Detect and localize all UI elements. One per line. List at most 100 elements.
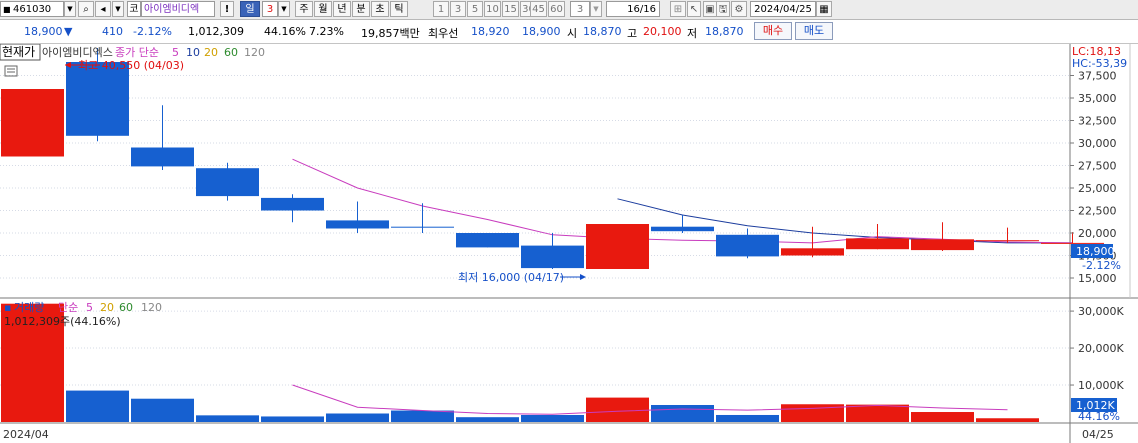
gear-icon[interactable]: ⚙ [731,1,747,17]
minute-60[interactable]: 60 [548,1,565,17]
market-prefix: 코 [127,1,141,17]
candle-body [326,220,389,229]
search-icon[interactable]: ⌕ [78,1,94,17]
volume-legend-name: 거래량 [14,301,44,314]
volume-pct-tag: 44.16% [1078,410,1120,423]
legend-ma-label: 종가 단순 [115,46,159,59]
high-marker-label: 최고 40,550 (04/03) [78,59,184,72]
code-icon: ■ [3,5,11,14]
candle-body [586,224,649,269]
high-price: 20,100 [643,25,682,38]
price-tick-label: 25,000 [1078,182,1117,195]
volume-bar [131,398,194,422]
minute-45b[interactable]: 45 [530,1,547,17]
legend-stock-name: 아이엠비디엑스 [42,46,113,59]
sound-icon[interactable]: ◂ [95,1,111,17]
minute-5[interactable]: 5 [467,1,483,17]
volume-value: 1,012,309 [188,25,244,38]
tab-second[interactable]: 초 [371,1,389,17]
price-tick-label: 22,500 [1078,205,1117,218]
grid-tool-icon[interactable]: ⊞ [670,1,686,17]
price-tick-label: 37,500 [1078,70,1117,83]
tab-week[interactable]: 주 [295,1,313,17]
period-count-input[interactable]: 3 [262,1,278,17]
x-axis-start: 2024/04 [3,428,49,441]
volume-legend-ma: 단순 [58,301,78,314]
open-label: 시 [567,27,578,40]
info-button[interactable]: ! [220,1,234,17]
high-label: 고 [627,27,638,40]
buy-button[interactable]: 매수 [754,22,792,40]
volume-last-label: 1,012,309주(44.16%) [4,315,121,328]
best-quote-label: 최우선 [428,27,459,40]
page-counter: 16/16 [606,1,660,17]
low-price: 18,870 [705,25,744,38]
legend-ma120: 120 [244,46,265,59]
minute-10[interactable]: 10 [484,1,501,17]
ask-price: 18,920 [471,25,510,38]
date-field[interactable]: 2024/04/25 [750,1,816,17]
volume-bar [976,418,1039,422]
candle-body [131,147,194,167]
sell-button[interactable]: 매도 [795,22,833,40]
price-change: 410 [102,25,123,38]
minute-3[interactable]: 3 [450,1,466,17]
cursor-tool-icon[interactable]: ↖ [687,1,701,17]
tab-day[interactable]: 일 [240,1,260,17]
volume-bar [261,416,324,422]
legend-ma5: 5 [172,46,179,59]
volume-pct: 44.16% [264,25,306,38]
price-tick-label: 15,000 [1078,272,1117,285]
candle-body [911,239,974,251]
period-count-dropdown[interactable]: ▼ [278,1,290,17]
stock-chart[interactable]: 15,00017,50020,00022,50025,00027,50030,0… [0,44,1138,443]
legend-ma20: 20 [204,46,218,59]
volume-legend-icon: ▪ [4,301,11,314]
price-tick-label: 32,500 [1078,115,1117,128]
candle-body [781,248,844,256]
candle-body [1,89,64,157]
volume-bar [846,404,909,422]
save-icon-2[interactable]: 🖫 [716,1,730,17]
minute-input[interactable]: 3 [570,1,590,17]
volume-tick-label: 20,000K [1078,342,1124,355]
turnover-rate: 7.23% [309,25,344,38]
code-dropdown-button[interactable]: ▼ [64,1,76,17]
candle-body [976,240,1039,242]
tab-year[interactable]: 년 [333,1,351,17]
save-icon[interactable]: ▣ [703,1,717,17]
volume-tick-label: 30,000K [1078,305,1124,318]
bid-price: 18,900 [522,25,561,38]
tab-tick[interactable]: 틱 [390,1,408,17]
tab-month[interactable]: 월 [314,1,332,17]
candle-body [66,62,129,136]
x-axis-end: 04/25 [1082,428,1114,441]
volume-bar [196,415,259,422]
volume-bar [456,417,519,422]
stock-code-input[interactable]: ■ 461030 [0,1,64,17]
volume-bar [586,397,649,422]
tab-minute[interactable]: 분 [352,1,370,17]
sound-dropdown-button[interactable]: ▼ [112,1,124,17]
minute-1[interactable]: 1 [433,1,449,17]
minute-15[interactable]: 15 [502,1,519,17]
price-tick-label: 27,500 [1078,160,1117,173]
low-label: 저 [687,27,698,40]
candle-body [456,233,519,248]
price-change-pct: -2.12% [133,25,172,38]
hc-label: HC:-53,39 [1072,57,1127,70]
minute-dropdown[interactable]: ▼ [590,1,602,17]
legend-ma10: 10 [186,46,200,59]
volume-legend-ma5: 5 [86,301,93,314]
price-tick-label: 20,000 [1078,227,1117,240]
stock-name-field[interactable]: 아이엠비디엑 [141,1,215,17]
volume-bar [651,404,714,422]
trade-amount: 19,857백만 [361,27,420,40]
low-marker-label: 최저 16,000 (04/17) [458,271,564,284]
volume-bar [521,414,584,422]
volume-legend-ma120: 120 [141,301,162,314]
calendar-icon[interactable]: ▦ [816,1,832,17]
price-tick-label: 30,000 [1078,137,1117,150]
stock-code-value: 461030 [13,4,52,15]
volume-bar [911,412,974,422]
